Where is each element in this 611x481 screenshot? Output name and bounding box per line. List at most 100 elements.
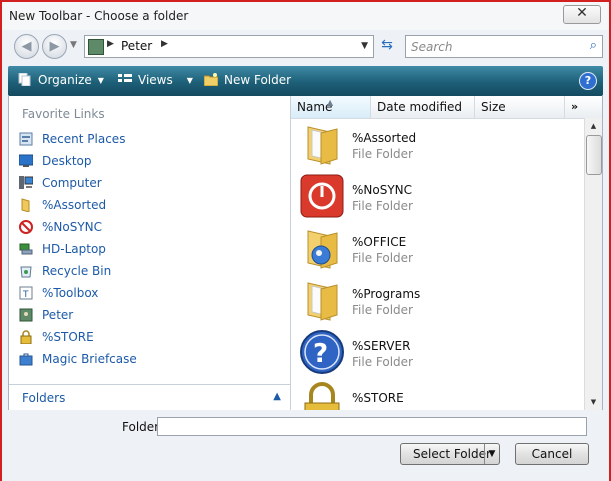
fav-recent-places[interactable]: Recent Places <box>17 129 277 151</box>
address-row: ◀ ▶ ▼ ▶ Peter ▶ ▼ ⇆ ⌕ <box>2 30 609 64</box>
refresh-icon: ⇆ <box>381 37 393 53</box>
folder-icon <box>21 198 30 212</box>
fav-computer[interactable]: Computer <box>17 173 277 195</box>
scroll-up-icon[interactable]: ▲ <box>585 118 602 134</box>
more-columns-button[interactable]: » <box>571 96 578 118</box>
fav-label: Desktop <box>42 154 92 168</box>
new-folder-icon <box>204 73 218 86</box>
back-button[interactable]: ◀ <box>14 34 39 59</box>
fav-label: Computer <box>42 176 102 190</box>
folder-icon <box>307 282 338 321</box>
scrollbar-thumb[interactable] <box>586 135 602 175</box>
forward-button[interactable]: ▶ <box>42 34 67 59</box>
fav-label: Peter <box>42 308 74 322</box>
fav-label: HD-Laptop <box>42 242 106 256</box>
fav-label: %STORE <box>42 330 94 344</box>
history-dropdown-icon[interactable]: ▼ <box>70 40 77 50</box>
user-folder-icon <box>19 308 33 322</box>
forward-arrow-icon: ▶ <box>49 39 60 54</box>
fav-label: %Toolbox <box>42 286 99 300</box>
question-icon: ? <box>300 330 344 374</box>
window-title: New Toolbar - Choose a folder <box>9 9 189 23</box>
select-folder-button[interactable]: Select Folder ▼ <box>400 443 500 465</box>
help-button[interactable]: ? <box>579 72 597 90</box>
file-list-pane: ▲ Name Date modified Size » %Assorted Fi… <box>291 96 602 410</box>
views-button[interactable]: Views ▼ <box>118 73 193 87</box>
file-item-assorted[interactable]: %Assorted File Folder <box>291 118 581 170</box>
new-folder-button[interactable]: New Folder <box>204 73 291 87</box>
organize-icon <box>18 73 31 86</box>
folders-label: Folders <box>22 391 66 405</box>
search-box[interactable]: ⌕ <box>405 35 603 58</box>
vertical-scrollbar[interactable]: ▲ ▼ <box>584 118 602 410</box>
fav-nosync[interactable]: %NoSYNC <box>17 217 277 239</box>
fav-store[interactable]: %STORE <box>17 327 277 349</box>
file-name: %OFFICE <box>352 235 407 249</box>
file-type: File Folder <box>352 199 413 213</box>
breadcrumb-chevron-icon[interactable]: ▶ <box>161 39 168 49</box>
fav-label: Magic Briefcase <box>42 352 137 366</box>
file-name: %STORE <box>352 391 404 405</box>
browser-panes: Favorite Links Recent Places Desktop Com… <box>8 96 603 411</box>
search-input[interactable] <box>406 37 571 57</box>
fav-hd-laptop[interactable]: HD-Laptop <box>17 239 277 261</box>
fav-desktop[interactable]: Desktop <box>17 151 277 173</box>
organize-button[interactable]: Organize ▼ <box>18 73 104 87</box>
briefcase-icon <box>19 353 33 366</box>
nosync-icon <box>19 220 33 234</box>
select-folder-label: Select Folder <box>413 447 491 461</box>
fav-magic-briefcase[interactable]: Magic Briefcase <box>17 349 277 371</box>
close-icon: ✕ <box>576 5 588 21</box>
cancel-button[interactable]: Cancel <box>515 443 589 465</box>
file-name: %Programs <box>352 287 421 301</box>
close-button[interactable]: ✕ <box>563 5 601 24</box>
file-type: File Folder <box>352 147 413 161</box>
fav-label: Recycle Bin <box>42 264 112 278</box>
file-item-server[interactable]: ? %SERVER File Folder <box>291 326 581 378</box>
address-dropdown-icon[interactable]: ▼ <box>361 41 368 51</box>
dialog-footer: Folder: Select Folder ▼ Cancel <box>2 410 609 481</box>
address-bar[interactable]: ▶ Peter ▶ ▼ <box>84 35 374 58</box>
fav-label: Recent Places <box>42 132 126 146</box>
breadcrumb-peter[interactable]: Peter <box>121 39 152 53</box>
column-size[interactable]: Size <box>475 96 565 118</box>
folders-toggle[interactable]: Folders ▲ <box>9 384 290 411</box>
network-drive-icon <box>19 243 33 255</box>
column-name[interactable]: ▲ Name <box>291 96 371 118</box>
fav-peter[interactable]: Peter <box>17 305 277 327</box>
column-date-modified[interactable]: Date modified <box>371 96 475 118</box>
chevron-down-icon[interactable]: ▼ <box>484 444 499 464</box>
folder-icon <box>307 126 338 165</box>
chevron-down-icon: ▼ <box>186 76 193 85</box>
title-bar: New Toolbar - Choose a folder ✕ <box>2 2 609 30</box>
scroll-down-icon[interactable]: ▼ <box>585 394 602 410</box>
cancel-label: Cancel <box>531 447 573 461</box>
views-icon <box>118 74 132 82</box>
toolbox-icon: T <box>19 286 33 300</box>
file-item-nosync[interactable]: %NoSYNC File Folder <box>291 170 581 222</box>
fav-toolbox[interactable]: T %Toolbox <box>17 283 277 305</box>
file-name: %SERVER <box>352 339 411 353</box>
breadcrumb-chevron-icon[interactable]: ▶ <box>107 39 114 49</box>
file-type: File Folder <box>352 251 413 265</box>
views-label: Views <box>138 73 173 87</box>
chevron-up-icon: ▲ <box>273 391 281 402</box>
folder-input[interactable] <box>157 417 587 436</box>
recent-places-icon <box>19 132 33 146</box>
column-size-label: Size <box>481 100 506 114</box>
fav-label: %NoSYNC <box>42 220 103 234</box>
file-item-programs[interactable]: %Programs File Folder <box>291 274 581 326</box>
refresh-button[interactable]: ⇆ <box>376 36 398 55</box>
svg-text:T: T <box>22 290 29 300</box>
organize-label: Organize <box>38 73 92 87</box>
fav-recycle-bin[interactable]: Recycle Bin <box>17 261 277 283</box>
search-icon[interactable]: ⌕ <box>590 38 597 53</box>
file-item-office[interactable]: %OFFICE File Folder <box>291 222 581 274</box>
dialog-window: New Toolbar - Choose a folder ✕ ◀ ▶ ▼ ▶ … <box>0 0 611 481</box>
command-toolbar: Organize ▼ Views ▼ New Folder ? <box>8 66 603 96</box>
file-type: File Folder <box>352 355 413 369</box>
file-item-store[interactable]: %STORE <box>291 378 581 410</box>
new-folder-label: New Folder <box>224 73 292 87</box>
fav-assorted[interactable]: %Assorted <box>17 195 277 217</box>
back-arrow-icon: ◀ <box>21 39 32 54</box>
